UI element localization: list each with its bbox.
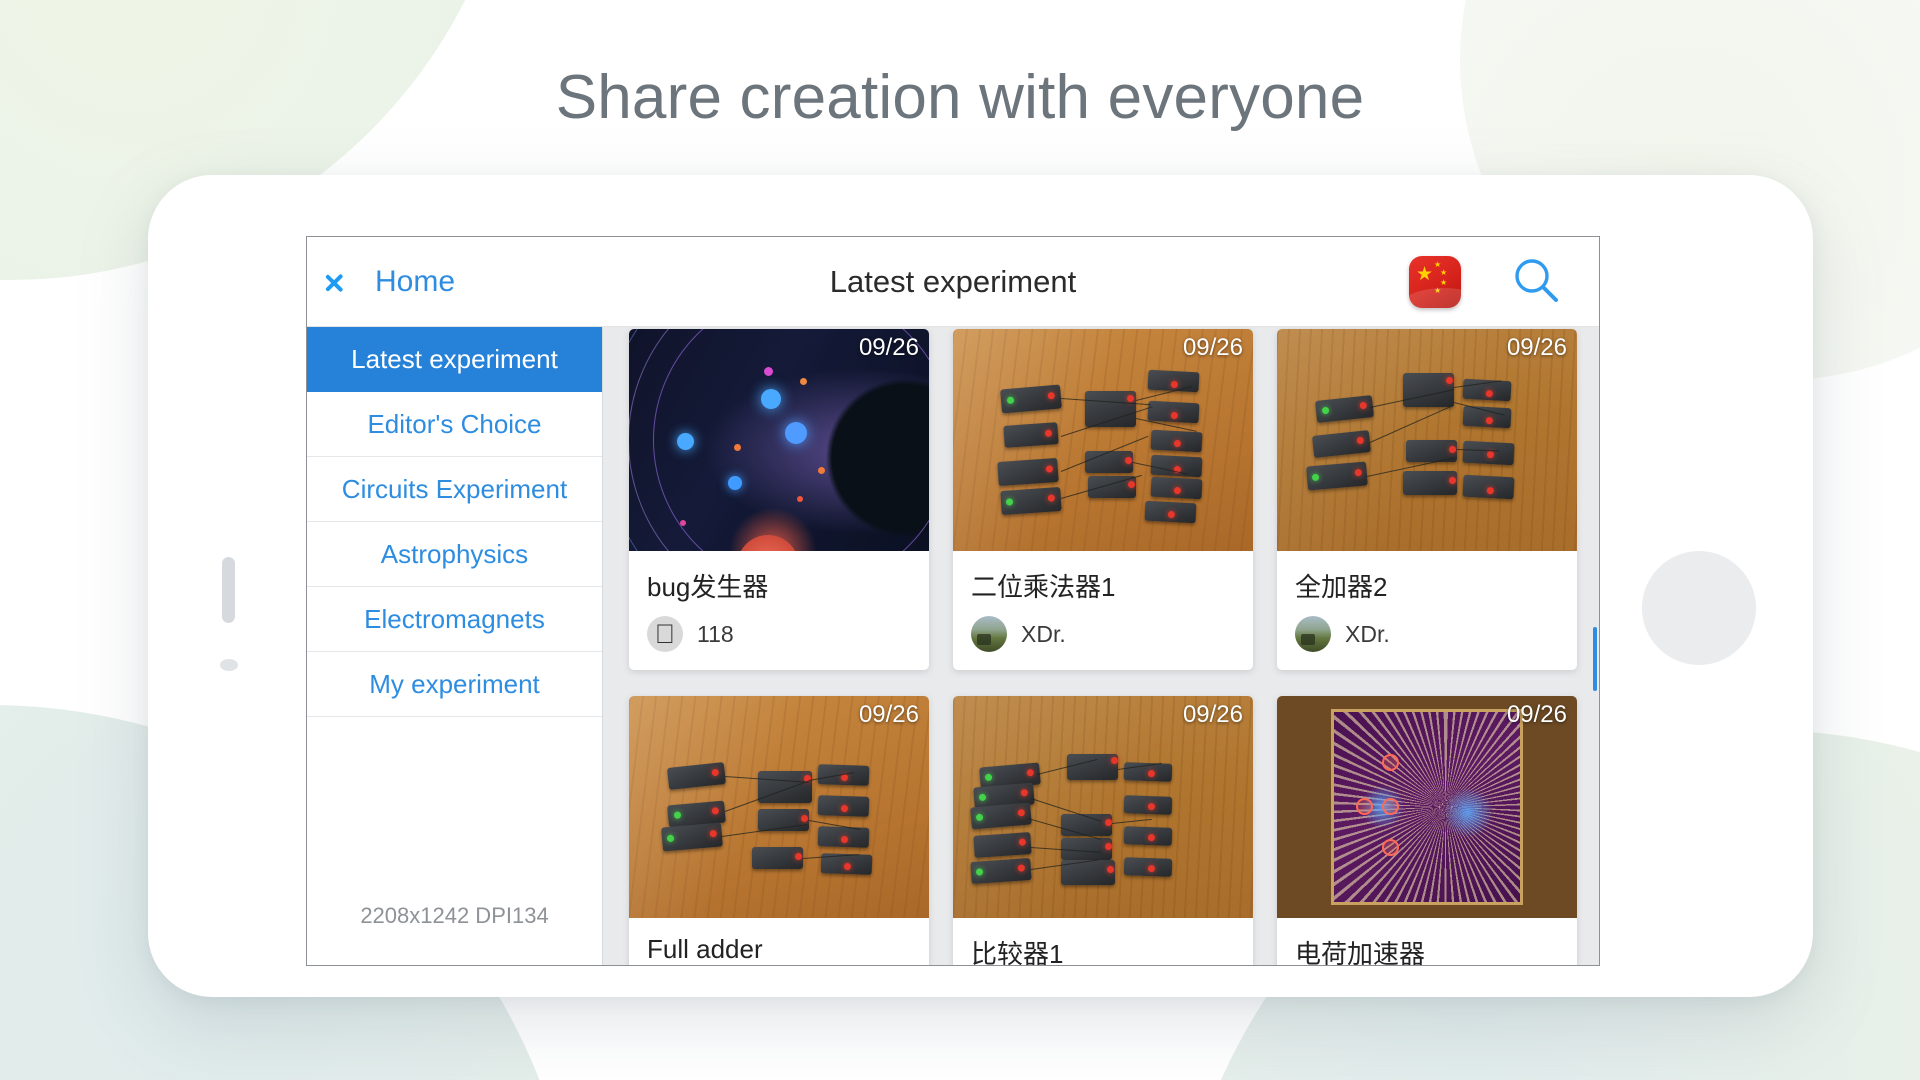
card-author: XDr.	[953, 604, 1253, 670]
category-sidebar: Latest experiment Editor's Choice Circui…	[307, 327, 603, 965]
search-icon[interactable]	[1509, 255, 1563, 309]
experiment-grid-container[interactable]: 09/26 bug发生器  118	[603, 327, 1599, 966]
card-date: 09/26	[1506, 334, 1567, 361]
card-date: 09/26	[858, 701, 919, 728]
experiment-card[interactable]: 09/26 电荷加速器 XDr.	[1277, 696, 1577, 966]
card-title: Full adder	[647, 934, 763, 964]
card-thumbnail: 09/26	[1277, 696, 1577, 918]
card-author-name: XDr.	[1345, 620, 1390, 647]
flag-star-small-2: ★	[1440, 267, 1448, 277]
card-author:  118	[629, 604, 929, 670]
card-author-name: 118	[697, 620, 734, 647]
card-thumbnail: 09/26	[629, 329, 929, 551]
experiment-card[interactable]: 09/26 全加器2 XDr.	[1277, 329, 1577, 670]
app-screen: Home Latest experiment ★ ★ ★ ★ ★ Latest …	[306, 236, 1600, 966]
sidebar-item-astrophysics[interactable]: Astrophysics	[307, 522, 602, 587]
page-headline: Share creation with everyone	[555, 63, 1365, 132]
photo-avatar	[971, 616, 1007, 652]
card-title: 比较器1	[971, 939, 1064, 966]
resolution-label: 2208x1242 DPI134	[360, 903, 549, 928]
chevron-left-icon	[339, 263, 361, 301]
card-title: 二位乘法器1	[971, 572, 1116, 602]
volume-rocker-button[interactable]	[222, 557, 235, 623]
experiment-card[interactable]: 09/26 Full adder XDr.	[629, 696, 929, 966]
vertical-scrollbar[interactable]	[1593, 627, 1597, 691]
app-header-bar: Home Latest experiment ★ ★ ★ ★ ★	[307, 237, 1599, 327]
thumbnail-art-circuit	[629, 696, 929, 918]
card-title: bug发生器	[647, 572, 769, 602]
card-title: 全加器2	[1295, 572, 1388, 602]
page-title: Latest experiment	[829, 263, 1077, 299]
card-thumbnail: 09/26	[629, 696, 929, 918]
card-author: XDr.	[1277, 604, 1577, 670]
sidebar-item-label: Circuits Experiment	[341, 473, 568, 504]
device-home-button[interactable]	[1642, 551, 1756, 665]
card-thumbnail: 09/26	[1277, 329, 1577, 551]
thumbnail-art-electromagnet	[1277, 696, 1577, 918]
flag-star-large: ★	[1416, 263, 1434, 285]
card-thumbnail: 09/26	[953, 696, 1253, 918]
back-button-label: Home	[375, 264, 456, 298]
experiment-card[interactable]: 09/26 比较器1 XDr.	[953, 696, 1253, 966]
card-thumbnail: 09/26	[953, 329, 1253, 551]
thumbnail-art-circuit	[953, 696, 1253, 918]
card-date: 09/26	[1182, 701, 1243, 728]
card-author: XDr.	[629, 965, 929, 966]
app-header-actions: ★ ★ ★ ★ ★	[1409, 255, 1563, 309]
card-author-name: XDr.	[1021, 620, 1066, 647]
card-date: 09/26	[858, 334, 919, 361]
field-visualization	[1331, 709, 1523, 905]
card-title: 电荷加速器	[1295, 939, 1426, 966]
device-side-dot	[220, 659, 238, 671]
china-flag-icon[interactable]: ★ ★ ★ ★ ★	[1409, 255, 1461, 308]
photo-avatar	[1295, 616, 1331, 652]
sidebar-item-latest-experiment[interactable]: Latest experiment	[307, 327, 602, 392]
app-body: Latest experiment Editor's Choice Circui…	[307, 327, 1599, 966]
flag-star-small-3: ★	[1440, 277, 1448, 287]
sidebar-item-my-experiment[interactable]: My experiment	[307, 652, 602, 717]
sidebar-item-electromagnets[interactable]: Electromagnets	[307, 587, 602, 652]
experiment-card[interactable]: 09/26 bug发生器  118	[629, 329, 929, 670]
experiment-card[interactable]: 09/26 二位乘法器1 XDr.	[953, 329, 1253, 670]
back-to-home-button[interactable]: Home	[339, 263, 455, 301]
sidebar-item-editors-choice[interactable]: Editor's Choice	[307, 392, 602, 457]
card-date: 09/26	[1506, 701, 1567, 728]
sidebar-item-label: Astrophysics	[380, 538, 529, 569]
flag-gloss	[1409, 287, 1461, 308]
thumbnail-art-circuit	[1277, 329, 1577, 551]
thumbnail-art-circuit	[953, 329, 1253, 551]
sidebar-item-label: My experiment	[369, 668, 540, 699]
sidebar-item-label: Editor's Choice	[367, 408, 542, 439]
thumbnail-art-astrophysics	[629, 329, 929, 551]
apple-logo-avatar: 	[647, 616, 683, 652]
sidebar-item-label: Electromagnets	[364, 603, 545, 634]
sidebar-item-label: Latest experiment	[351, 343, 558, 374]
sidebar-item-circuits-experiment[interactable]: Circuits Experiment	[307, 457, 602, 522]
card-date: 09/26	[1182, 334, 1243, 361]
experiment-grid: 09/26 bug发生器  118	[603, 327, 1599, 966]
